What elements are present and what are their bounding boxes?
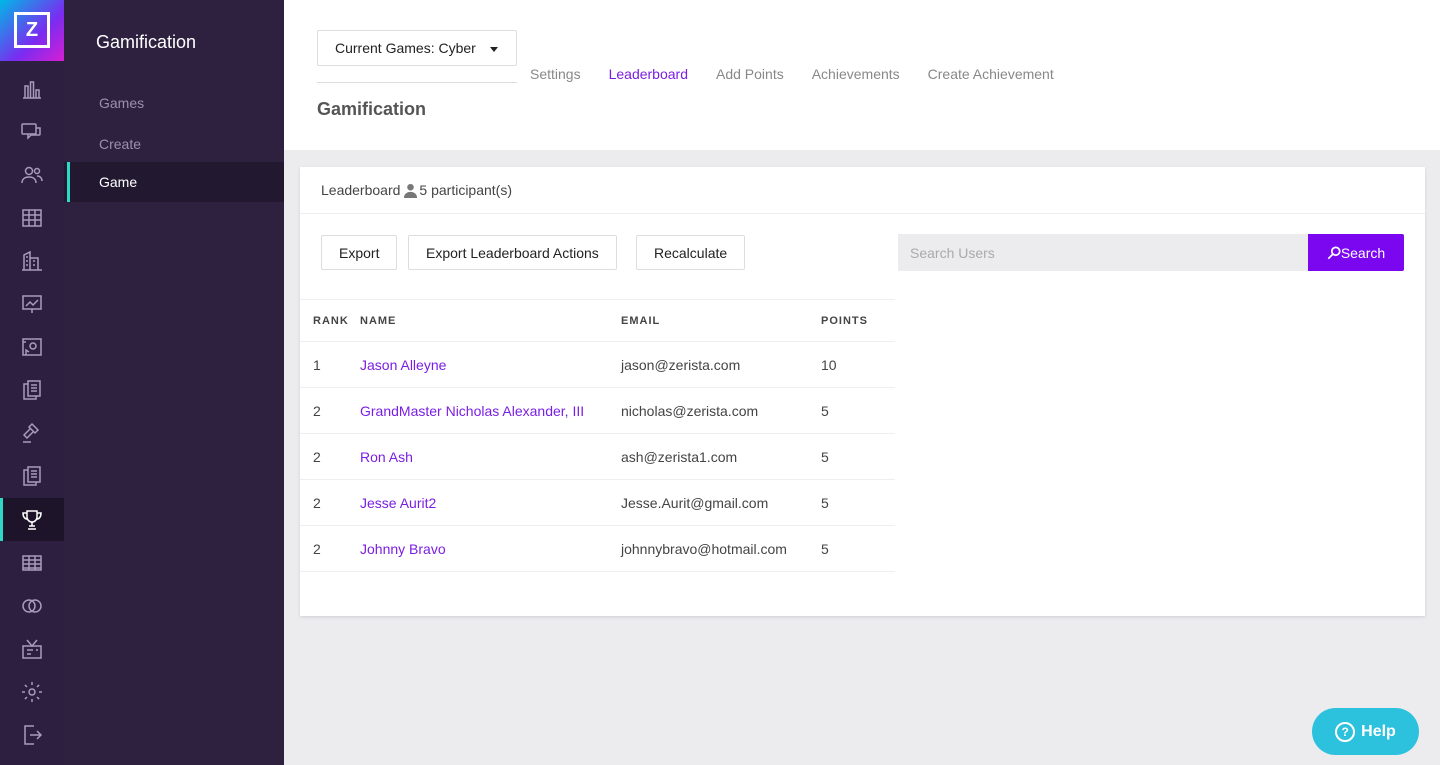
search-button[interactable]: Search [1308,234,1404,271]
column-name[interactable]: NAME [360,299,621,342]
points-cell: 5 [821,433,895,480]
name-link[interactable]: Johnny Bravo [360,525,621,572]
gallery-icon[interactable] [0,325,64,368]
caret-down-icon [490,47,498,52]
sidebar-item-create[interactable]: Create [64,124,284,164]
question-icon: ? [1335,721,1356,742]
column-email[interactable]: EMAIL [621,299,821,342]
help-button[interactable]: ? Help [1312,708,1419,755]
rank-cell: 2 [300,433,360,480]
name-link[interactable]: Jason Alleyne [360,341,621,388]
current-game-label: Current Games: Cyber [335,40,476,56]
tab-create-achievement[interactable]: Create Achievement [928,66,1054,82]
table-header-row: RANK NAME EMAIL POINTS [300,299,895,342]
table-icon[interactable] [0,541,64,584]
table-row: 2 Jesse Aurit2 Jesse.Aurit@gmail.com 5 [300,479,895,526]
table-row: 2 GrandMaster Nicholas Alexander, III ni… [300,387,895,434]
email-cell: johnnybravo@hotmail.com [621,525,821,572]
recalculate-button[interactable]: Recalculate [636,235,746,270]
rings-icon[interactable] [0,584,64,627]
table-row: 2 Ron Ash ash@zerista1.com 5 [300,433,895,480]
grid-icon[interactable] [0,196,64,239]
rank-cell: 2 [300,387,360,434]
rank-cell: 2 [300,479,360,526]
buildings-icon[interactable] [0,239,64,282]
search-button-label: Search [1340,244,1386,261]
name-link[interactable]: Jesse Aurit2 [360,479,621,526]
name-link[interactable]: Ron Ash [360,433,621,480]
users-icon[interactable] [0,153,64,196]
search-icon [1327,245,1341,259]
documents-2-icon[interactable] [0,454,64,497]
email-cell: ash@zerista1.com [621,433,821,480]
table-row: 2 Johnny Bravo johnnybravo@hotmail.com 5 [300,525,895,572]
person-icon [404,183,418,198]
table-row: 1 Jason Alleyne jason@zerista.com 10 [300,341,895,388]
secondary-sidebar: Gamification Games Create Game [64,0,284,765]
name-link[interactable]: GrandMaster Nicholas Alexander, III [360,387,621,434]
leaderboard-card: Leaderboard 5 participant(s) Export Expo… [300,167,1425,616]
presentation-icon[interactable] [0,282,64,325]
page-header: Current Games: Cyber Settings Leaderboar… [284,0,1440,150]
chat-icon[interactable] [0,110,64,153]
export-button[interactable]: Export [321,235,398,270]
documents-icon[interactable] [0,368,64,411]
rank-cell: 1 [300,341,360,388]
broadcast-icon[interactable] [0,627,64,670]
points-cell: 5 [821,525,895,572]
leaderboard-title: Leaderboard [321,181,401,198]
icon-rail: Z [0,0,64,765]
tab-settings[interactable]: Settings [530,66,581,82]
points-cell: 10 [821,341,895,388]
tab-add-points[interactable]: Add Points [716,66,784,82]
export-actions-button[interactable]: Export Leaderboard Actions [408,235,617,270]
sidebar-item-game[interactable]: Game [64,162,284,202]
leaderboard-table: RANK NAME EMAIL POINTS 1 Jason Alleyne j… [300,299,895,572]
current-game-dropdown[interactable]: Current Games: Cyber [317,30,517,66]
logo-letter: Z [14,12,50,48]
points-cell: 5 [821,479,895,526]
search-input[interactable] [898,234,1308,271]
exit-icon[interactable] [0,713,64,756]
email-cell: jason@zerista.com [621,341,821,388]
chart-icon[interactable] [0,67,64,110]
gear-icon[interactable] [0,670,64,713]
column-rank[interactable]: RANK [300,299,360,342]
help-label: Help [1361,722,1396,740]
tab-achievements[interactable]: Achievements [812,66,900,82]
rank-cell: 2 [300,525,360,572]
sidebar-title: Gamification [96,32,197,52]
tab-bar: Settings Leaderboard Add Points Achievem… [530,66,1054,82]
gavel-icon[interactable] [0,411,64,454]
sidebar-item-games[interactable]: Games [64,83,284,123]
card-header: Leaderboard 5 participant(s) [300,167,1425,214]
tab-leaderboard[interactable]: Leaderboard [609,66,688,82]
email-cell: nicholas@zerista.com [621,387,821,434]
participant-count: 5 participant(s) [419,181,512,198]
email-cell: Jesse.Aurit@gmail.com [621,479,821,526]
points-cell: 5 [821,387,895,434]
column-points[interactable]: POINTS [821,299,895,342]
trophy-icon[interactable] [0,498,64,541]
app-logo[interactable]: Z [0,0,64,61]
page-title: Gamification [317,99,427,119]
divider [317,82,517,83]
